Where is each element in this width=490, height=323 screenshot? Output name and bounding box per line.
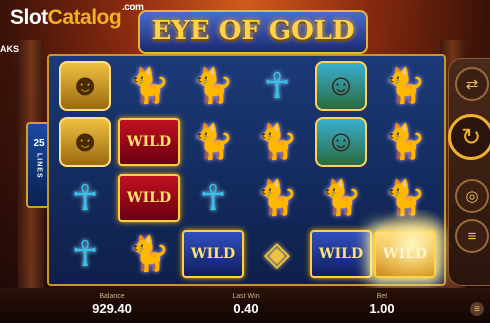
cat-symbol: 🐈 <box>255 122 299 161</box>
ankh-symbol: ☥ <box>71 176 99 218</box>
reel-cell: ☺ <box>309 58 373 113</box>
wild-symbol: WILD <box>182 229 244 278</box>
reel-cell: 🐈 <box>373 170 437 225</box>
last-win-display: Last Win 0.40 <box>226 293 266 316</box>
cat-symbol: 🐈 <box>127 234 171 273</box>
reel-cell: WILD <box>373 226 437 281</box>
reel-grid: ☻ ☻ ☥ ☥ 🐈 WILD WILD 🐈 🐈 🐈 ☥ WILD ☥ 🐈 🐈 ◈ ☺ ☺ 🐈 WILD 🐈 🐈 🐈 WILD <box>47 54 446 286</box>
wild-symbol: WILD <box>310 229 372 278</box>
queen-symbol: ☺ <box>315 60 367 111</box>
menu-icon[interactable]: ≡ <box>470 302 484 316</box>
reel-cell: ☥ <box>53 226 117 281</box>
autoplay-button[interactable]: ⇄ <box>455 67 489 101</box>
reel-cell: 🐈 <box>245 170 309 225</box>
reel-cell: WILD <box>117 170 181 225</box>
cat-symbol: 🐈 <box>127 66 171 105</box>
reel-cell: ☥ <box>53 170 117 225</box>
reel-cell: WILD <box>117 114 181 169</box>
reel-cell: 🐈 <box>181 58 245 113</box>
slotcatalog-watermark: SlotCatalog .com <box>10 2 144 29</box>
cat-symbol: 🐈 <box>383 66 427 105</box>
bet-display[interactable]: Bet 1.00 <box>362 293 402 316</box>
queen-symbol: ☺ <box>315 116 367 167</box>
aks-label: AKS <box>0 44 20 54</box>
bet-value: 1.00 <box>369 301 395 316</box>
reel-cell: ☺ <box>309 114 373 169</box>
cat-symbol: 🐈 <box>383 122 427 161</box>
reel-cell: 🐈 <box>117 226 181 281</box>
last-win-value: 0.40 <box>233 301 259 316</box>
balance-label: Balance <box>99 293 125 300</box>
bet-settings-button[interactable]: ◎ <box>455 179 489 213</box>
lines-label: LINES <box>35 153 43 179</box>
ankh-symbol: ☥ <box>199 176 227 218</box>
ankh-symbol: ☥ <box>71 232 99 274</box>
cat-symbol: 🐈 <box>319 178 363 217</box>
side-control-panel: ⇄ ◎ ≡ <box>448 58 490 286</box>
reel-cell: WILD <box>309 226 373 281</box>
horus-symbol: ◈ <box>263 234 291 273</box>
pharaoh-symbol: ☻ <box>59 116 111 167</box>
coins-button[interactable]: ≡ <box>455 219 489 253</box>
reel-cell: 🐈 <box>117 58 181 113</box>
balance-display: Balance 929.40 <box>92 293 132 316</box>
last-win-label: Last Win <box>232 293 260 300</box>
reel-cell: ☥ <box>181 170 245 225</box>
reel-cell: ◈ <box>245 226 309 281</box>
game-logo: EYE OF GOLD <box>138 10 368 54</box>
cat-symbol: 🐈 <box>255 178 299 217</box>
cat-symbol: 🐈 <box>383 178 427 217</box>
bet-label: Bet <box>376 293 388 300</box>
pharaoh-symbol: ☻ <box>59 60 111 111</box>
reel-cell: 🐈 <box>245 114 309 169</box>
wild-symbol: WILD <box>118 173 180 222</box>
reel-cell: 🐈 <box>373 114 437 169</box>
balance-value: 929.40 <box>92 301 132 316</box>
game-scene: SlotCatalog .com AKS EYE OF GOLD 25 LINE… <box>0 0 490 323</box>
reel-cell: 🐈 <box>181 114 245 169</box>
reel-cell: ☥ <box>245 58 309 113</box>
reel-cell: 🐈 <box>309 170 373 225</box>
reel-cell: 🐈 <box>373 58 437 113</box>
cat-symbol: 🐈 <box>191 66 235 105</box>
cat-symbol: 🐈 <box>191 122 235 161</box>
wild-symbol: WILD <box>374 229 436 278</box>
ankh-symbol: ☥ <box>263 64 291 106</box>
wild-symbol: WILD <box>118 117 180 166</box>
reel-cell: ☻ <box>53 58 117 113</box>
reel-cell: ☻ <box>53 114 117 169</box>
reel-cell: WILD <box>181 226 245 281</box>
spin-button[interactable]: ↻ <box>448 114 490 160</box>
game-title: EYE OF GOLD <box>151 16 355 46</box>
